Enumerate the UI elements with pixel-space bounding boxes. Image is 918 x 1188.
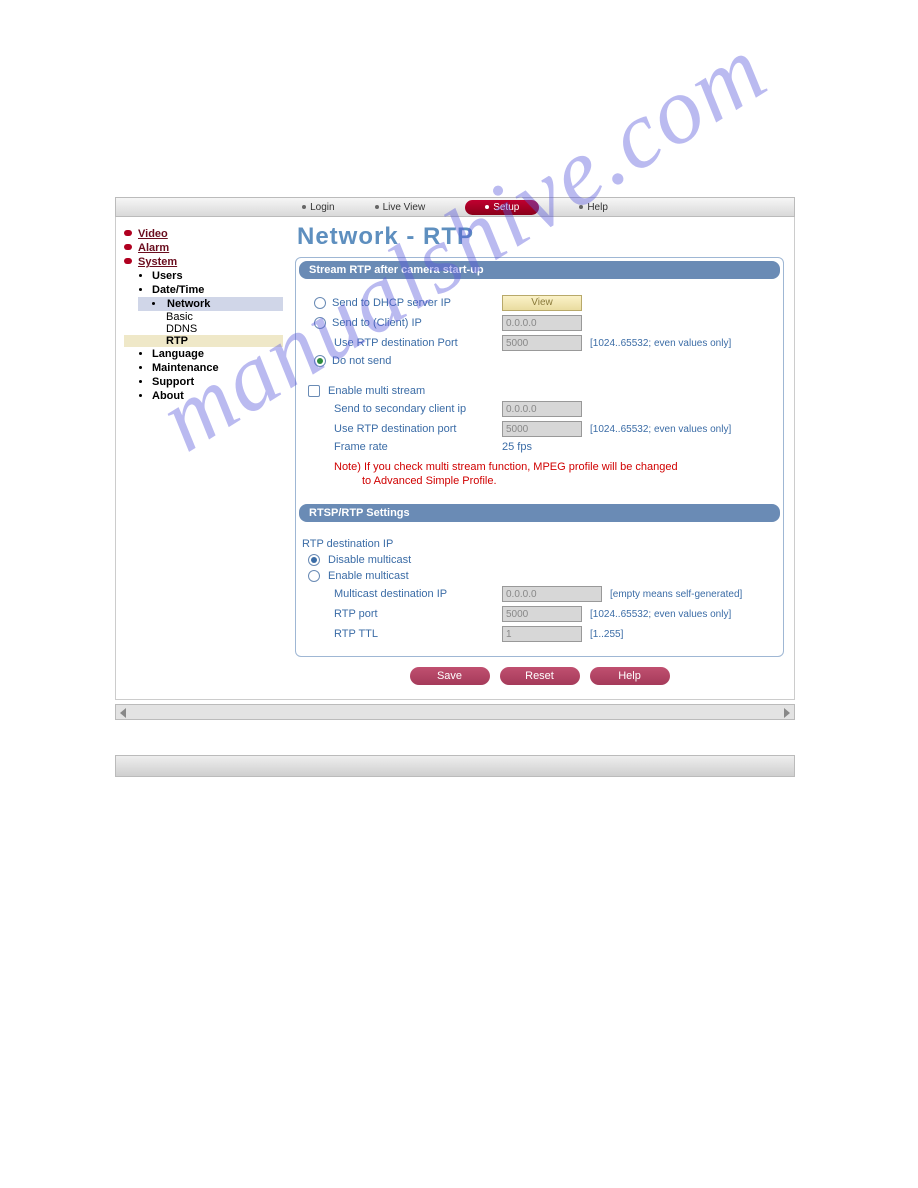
input-rtsp-rtp-port[interactable]	[502, 606, 582, 622]
label-use-port: Use RTP destination Port	[314, 337, 494, 349]
input-rtp-ttl[interactable]	[502, 626, 582, 642]
top-nav: Login Live View Setup Help	[115, 197, 795, 217]
save-button[interactable]: Save	[410, 667, 490, 685]
note-line1: Note) If you check multi stream function…	[314, 457, 775, 475]
input-rtp-port[interactable]	[502, 335, 582, 351]
action-bar: Save Reset Help	[295, 667, 784, 685]
note-line2: to Advanced Simple Profile.	[314, 475, 775, 491]
section2-body: RTP destination IP Disable multicast Ena…	[296, 530, 783, 656]
nav-login[interactable]: Login	[302, 202, 334, 213]
radio-dhcp[interactable]	[314, 297, 326, 309]
app-window: Login Live View Setup Help Video Alarm S…	[115, 197, 795, 720]
sidebar-datetime[interactable]: Date/Time	[152, 283, 283, 297]
input-secondary-ip[interactable]	[502, 401, 582, 417]
sidebar-about[interactable]: About	[152, 389, 283, 403]
section1-header: Stream RTP after camera start-up	[299, 261, 780, 279]
checkbox-multi-stream[interactable]	[308, 385, 320, 397]
sidebar-network[interactable]: Network	[138, 297, 283, 311]
radio-enable-multicast[interactable]	[308, 570, 320, 582]
label-client-ip: Send to (Client) IP	[332, 317, 422, 329]
input-secondary-port[interactable]	[502, 421, 582, 437]
label-frame-rate: Frame rate	[314, 441, 494, 453]
label-disable-multicast: Disable multicast	[328, 554, 411, 566]
hint-rtsp-rtp-port: [1024..65532; even values only]	[590, 609, 731, 620]
sidebar-system-children: Users Date/Time Network	[152, 269, 283, 311]
radio-client-ip[interactable]	[314, 317, 326, 329]
label-secondary-ip: Send to secondary client ip	[314, 403, 494, 415]
label-dhcp: Send to DHCP server IP	[332, 297, 451, 309]
label-rtp-ttl: RTP TTL	[314, 628, 494, 640]
body-area: Video Alarm System Users Date/Time Netwo…	[115, 217, 795, 700]
hint-rtp-port: [1024..65532; even values only]	[590, 338, 731, 349]
panel: Stream RTP after camera start-up Send to…	[295, 257, 784, 657]
input-multicast-ip[interactable]	[502, 586, 602, 602]
radio-do-not-send[interactable]	[314, 355, 326, 367]
sidebar-network-rtp[interactable]: RTP	[124, 335, 283, 347]
view-button[interactable]: View	[502, 295, 582, 311]
bottom-bar	[115, 755, 795, 777]
main-content: Network - RTP Stream RTP after camera st…	[291, 217, 794, 699]
section2-header: RTSP/RTP Settings	[299, 504, 780, 522]
hint-rtp-ttl: [1..255]	[590, 629, 623, 640]
reset-button[interactable]: Reset	[500, 667, 580, 685]
label-rtp-dest-ip: RTP destination IP	[302, 538, 393, 550]
nav-help[interactable]: Help	[579, 202, 608, 213]
horizontal-scrollbar[interactable]	[115, 704, 795, 720]
input-client-ip[interactable]	[502, 315, 582, 331]
sidebar-users[interactable]: Users	[152, 269, 283, 283]
help-button[interactable]: Help	[590, 667, 670, 685]
sidebar-video[interactable]: Video	[138, 228, 168, 240]
sidebar-network-ddns[interactable]: DDNS	[166, 323, 283, 335]
hint-secondary-port: [1024..65532; even values only]	[590, 424, 731, 435]
page-title: Network - RTP	[297, 223, 784, 251]
sidebar-support[interactable]: Support	[152, 375, 283, 389]
label-multicast-ip: Multicast destination IP	[314, 588, 494, 600]
section1-body: Send to DHCP server IP View Send to (Cli…	[296, 287, 783, 501]
sidebar-network-children: Basic DDNS RTP	[166, 311, 283, 347]
nav-setup[interactable]: Setup	[465, 200, 539, 215]
sidebar-network-basic[interactable]: Basic	[166, 311, 283, 323]
label-do-not-send: Do not send	[332, 355, 391, 367]
label-secondary-port: Use RTP destination port	[314, 423, 494, 435]
nav-live-view[interactable]: Live View	[375, 202, 426, 213]
label-multi-stream: Enable multi stream	[328, 385, 425, 397]
radio-disable-multicast[interactable]	[308, 554, 320, 566]
sidebar-alarm[interactable]: Alarm	[138, 242, 169, 254]
sidebar-language[interactable]: Language	[152, 347, 283, 361]
value-frame-rate: 25 fps	[502, 441, 532, 453]
hint-multicast-ip: [empty means self-generated]	[610, 589, 742, 600]
label-enable-multicast: Enable multicast	[328, 570, 409, 582]
sidebar-system-children-2: Language Maintenance Support About	[152, 347, 283, 403]
sidebar: Video Alarm System Users Date/Time Netwo…	[116, 217, 291, 699]
sidebar-maintenance[interactable]: Maintenance	[152, 361, 283, 375]
label-rtp-port: RTP port	[314, 608, 494, 620]
sidebar-system[interactable]: System	[138, 256, 177, 268]
